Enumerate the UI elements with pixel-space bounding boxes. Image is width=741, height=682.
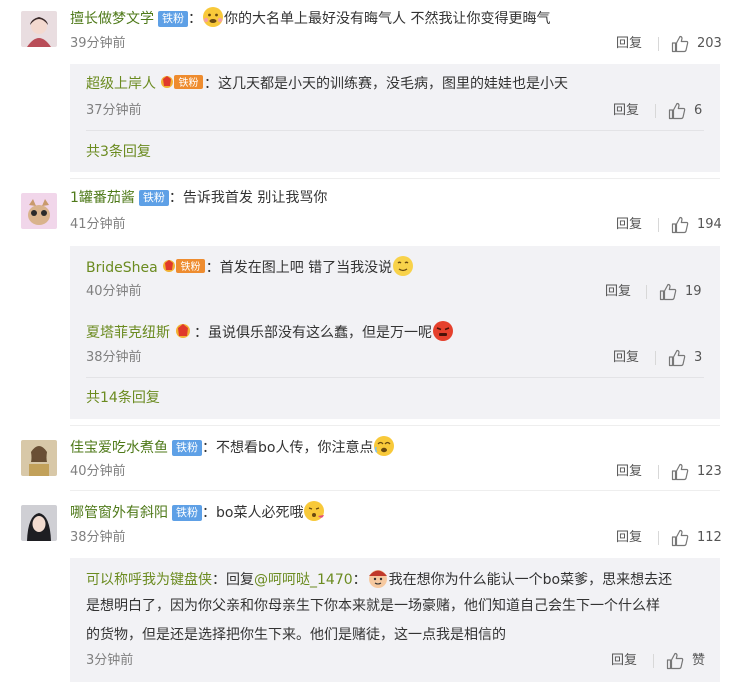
reply-button[interactable]: 回复 (616, 216, 642, 234)
thumbs-up-icon (668, 102, 686, 120)
fan-badge: 铁粉 (158, 11, 188, 27)
like-button[interactable]: 3 (668, 349, 702, 367)
username[interactable]: 哪管窗外有斜阳 (70, 505, 168, 521)
timestamp: 39分钟前 (70, 36, 126, 51)
comment-text: 告诉我首发 别让我骂你 (182, 190, 328, 206)
emoji-icon (393, 256, 414, 276)
reply-button[interactable]: 回复 (616, 35, 642, 53)
emoji-icon (368, 570, 387, 588)
divider (70, 490, 720, 491)
reply-username[interactable]: 超级上岸人 (86, 76, 156, 92)
emoji-icon (304, 501, 325, 521)
divider (86, 130, 704, 131)
like-button[interactable]: 6 (668, 102, 702, 120)
divider (655, 104, 656, 118)
comment-text: bo菜人必死哦 (216, 505, 304, 521)
reply-list: BrideShea 铁粉 ：首发在图上吧 错了当我没说 40分钟前 回复 19 夏塔… (70, 246, 720, 419)
thumbs-up-icon (659, 283, 677, 301)
reply-button[interactable]: 回复 (611, 652, 637, 670)
reply-button[interactable]: 回复 (616, 463, 642, 481)
divider (653, 654, 654, 668)
comment-text: 你的大名单上最好没有晦气人 不然我让你变得更晦气 (224, 11, 551, 27)
timestamp: 41分钟前 (70, 217, 126, 232)
timestamp: 37分钟前 (86, 103, 142, 118)
timestamp: 3分钟前 (86, 653, 134, 668)
like-button[interactable]: 123 (671, 463, 722, 481)
mention-link[interactable]: @呵呵哒_1470 (254, 572, 353, 588)
reply-prefix: 回复 (226, 572, 254, 588)
reply-text: 这几天都是小天的训练赛，没毛病，图里的娃娃也是小天 (218, 76, 568, 92)
reply-list: 超级上岸人 铁粉 ：这几天都是小天的训练赛，没毛病，图里的娃娃也是小天 37分钟前 … (70, 64, 720, 172)
divider (658, 531, 659, 545)
fan-badge-icon: 铁粉 (161, 75, 203, 89)
like-count: 112 (697, 530, 722, 545)
reply-button[interactable]: 回复 (613, 349, 639, 367)
divider (658, 465, 659, 479)
reply-text: 首发在图上吧 错了当我没说 (219, 260, 393, 276)
reply-text: 我在想你为什么能认一个bo菜爹，思来想去还 (388, 572, 673, 588)
divider (70, 178, 720, 179)
divider (86, 377, 704, 378)
like-button[interactable]: 203 (671, 35, 722, 53)
thumbs-up-icon (671, 35, 689, 53)
thumbs-up-icon (668, 349, 686, 367)
timestamp: 38分钟前 (70, 530, 126, 545)
username[interactable]: 佳宝爱吃水煮鱼 (70, 440, 168, 456)
emoji-icon (203, 7, 223, 27)
fan-badge: 铁粉 (138, 190, 169, 206)
thumbs-up-icon (666, 652, 684, 670)
reply-text-continued: 的货物，但是还是选择把你生下来。他们是赌徒，这一点我是相信的 (86, 627, 506, 643)
divider (646, 285, 647, 299)
fan-badge: 铁粉 (172, 505, 202, 521)
like-count: 3 (694, 350, 703, 365)
fan-badge-text: 铁粉 (180, 260, 200, 273)
avatar[interactable] (21, 440, 57, 476)
reply-button[interactable]: 回复 (605, 283, 631, 301)
timestamp: 40分钟前 (86, 284, 142, 299)
like-count: 194 (697, 217, 722, 232)
emoji-icon (433, 321, 453, 341)
fan-badge-icon (176, 324, 190, 338)
username[interactable]: 1罐番茄酱 (70, 190, 135, 206)
like-button[interactable]: 赞 (666, 652, 705, 670)
like-button[interactable]: 112 (671, 529, 722, 547)
avatar[interactable] (21, 11, 57, 47)
like-count: 123 (697, 464, 722, 479)
reply-text: 虽说俱乐部没有这么蠢，但是万一呢 (208, 325, 432, 341)
emoji-icon (374, 436, 395, 456)
like-count: 6 (694, 103, 703, 118)
avatar[interactable] (21, 505, 57, 541)
avatar[interactable] (21, 193, 57, 229)
fan-badge-icon: 铁粉 (162, 259, 205, 273)
thumbs-up-icon (671, 529, 689, 547)
more-replies-link[interactable]: 共14条回复 (86, 388, 160, 408)
thumbs-up-icon (671, 463, 689, 481)
fan-badge-text: 铁粉 (179, 76, 199, 89)
reply-text-continued: 是想明白了，因为你父亲和你母亲生下你本来就是一场豪赌，他们知道自己会生下一个什么… (86, 598, 660, 614)
more-replies-link[interactable]: 共3条回复 (86, 142, 151, 162)
divider (658, 37, 659, 51)
like-button[interactable]: 194 (671, 216, 722, 234)
reply-username[interactable]: BrideShea (86, 260, 158, 276)
divider (70, 425, 720, 426)
like-label: 赞 (692, 653, 706, 668)
divider (658, 218, 659, 232)
divider (655, 351, 656, 365)
timestamp: 40分钟前 (70, 464, 126, 479)
fan-badge: 铁粉 (172, 440, 202, 456)
reply-username[interactable]: 可以称呼我为键盘侠 (86, 572, 212, 588)
username[interactable]: 擅长做梦文学 (70, 11, 154, 27)
reply-username[interactable]: 夏塔菲克纽斯 (86, 325, 170, 341)
reply-button[interactable]: 回复 (613, 102, 639, 120)
thumbs-up-icon (671, 216, 689, 234)
comment-text: 不想看bo人传，你注意点 (216, 440, 374, 456)
like-count: 19 (685, 284, 702, 299)
reply-button[interactable]: 回复 (616, 529, 642, 547)
reply-list: 可以称呼我为键盘侠：回复@呵呵哒_1470： 我在想你为什么能认一个bo菜爹，思来… (70, 558, 720, 682)
like-button[interactable]: 19 (659, 283, 702, 301)
timestamp: 38分钟前 (86, 350, 142, 365)
like-count: 203 (697, 36, 722, 51)
